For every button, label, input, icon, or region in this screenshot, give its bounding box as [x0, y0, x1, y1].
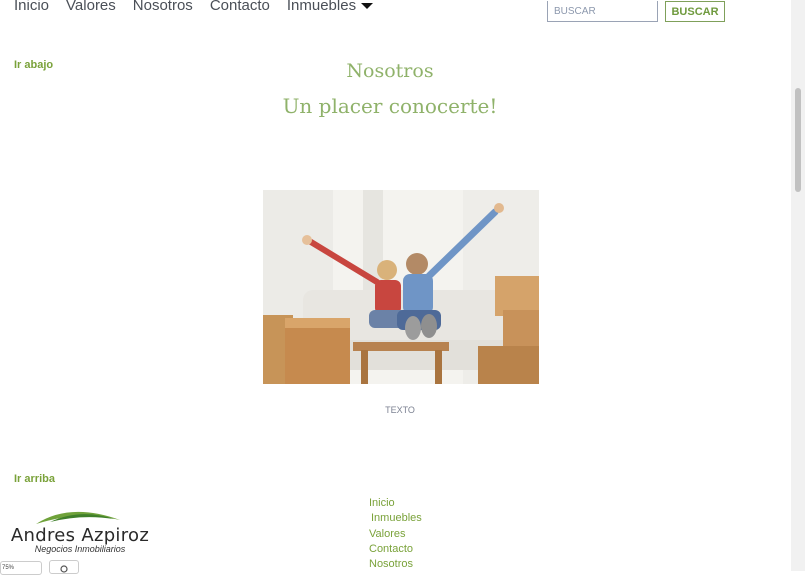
- search-icon[interactable]: [49, 560, 79, 574]
- footer-link-nosotros[interactable]: Nosotros: [369, 557, 422, 572]
- footer-link-valores[interactable]: Valores: [369, 527, 422, 542]
- search-button[interactable]: BUSCAR: [665, 1, 725, 22]
- nav-item-valores[interactable]: Valores: [66, 0, 116, 14]
- footer-link-contacto[interactable]: Contacto: [369, 542, 422, 557]
- couple-moving-photo: [263, 190, 539, 384]
- nav-item-inmuebles-dropdown[interactable]: Inmuebles: [286, 0, 374, 14]
- caret-down-icon: [361, 3, 374, 10]
- ir-arriba-link[interactable]: Ir arriba: [14, 473, 55, 485]
- zoom-control[interactable]: 75%: [0, 561, 42, 575]
- nav-item-contacto[interactable]: Contacto: [210, 0, 270, 14]
- footer-nav: Inicio Inmuebles Valores Contacto Nosotr…: [369, 496, 422, 572]
- nav-item-inmuebles-label: Inmuebles: [286, 0, 357, 14]
- zoom-level: 75%: [2, 565, 15, 571]
- main-nav: Inicio Valores Nosotros Contacto Inmuebl…: [14, 0, 374, 14]
- image-caption: TEXTO: [385, 405, 415, 415]
- logo: Andres Azpiroz Negocios Inmobiliarios: [10, 506, 150, 558]
- footer-link-inmuebles[interactable]: Inmuebles: [369, 511, 422, 526]
- nav-item-nosotros[interactable]: Nosotros: [133, 0, 193, 14]
- scrollbar-thumb[interactable]: [795, 88, 801, 192]
- search-input[interactable]: [547, 1, 658, 22]
- page-title: Nosotros: [346, 60, 434, 82]
- page-subtitle: Un placer conocerte!: [282, 94, 498, 118]
- logo-name: Andres Azpiroz: [10, 525, 150, 546]
- logo-subtitle: Negocios Inmobiliarios: [34, 544, 126, 554]
- footer-link-inicio[interactable]: Inicio: [369, 496, 422, 511]
- nav-item-inicio[interactable]: Inicio: [14, 0, 49, 14]
- scrollbar[interactable]: [791, 0, 805, 571]
